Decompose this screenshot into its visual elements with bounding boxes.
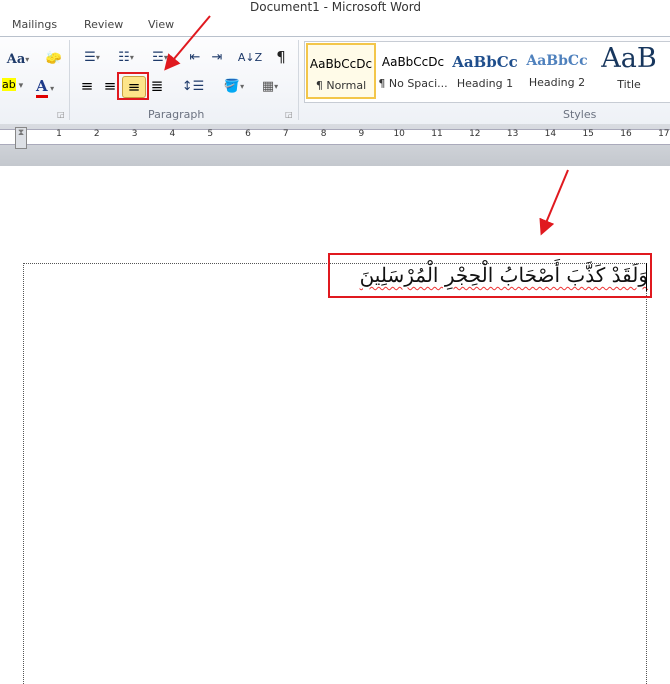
style-label: Heading 1 — [456, 77, 514, 90]
decrease-indent-icon[interactable]: ⇤ — [186, 48, 204, 66]
ruler-number: 12 — [469, 129, 481, 139]
style-label: ¶ Normal — [315, 79, 367, 92]
style-heading-1[interactable]: AaBbCc Heading 1 — [450, 43, 520, 99]
align-left-icon[interactable]: ≡ — [78, 77, 96, 95]
ruler-number: 2 — [93, 129, 100, 139]
style-preview: AaB — [601, 43, 657, 74]
styles-group-label: Styles — [563, 108, 597, 121]
document-text[interactable]: وَلَقَدْ كَذَّبَ أَصْحَابُ الْحِجْرِ الْ… — [330, 255, 648, 295]
style-label: Heading 2 — [528, 76, 586, 89]
numbering-icon[interactable]: ☷ ▾ — [112, 48, 140, 66]
ruler-number: 16 — [620, 129, 632, 139]
ruler-number: 3 — [131, 129, 138, 139]
clear-formatting-icon[interactable]: 🧽 — [44, 48, 64, 68]
ruler-number: 5 — [207, 129, 214, 139]
style-label: Title — [617, 78, 641, 91]
bullets-icon[interactable]: ☰ ▾ — [78, 48, 106, 66]
multilevel-list-icon[interactable]: ☲ ▾ — [146, 48, 174, 66]
horizontal-ruler[interactable] — [0, 129, 670, 145]
style-heading-2[interactable]: AaBbCc Heading 2 — [522, 43, 592, 99]
ruler-number: 13 — [506, 129, 519, 139]
tab-review[interactable]: Review — [84, 18, 123, 31]
ruler-number: 4 — [169, 129, 176, 139]
shading-icon[interactable]: 🪣 ▾ — [220, 77, 248, 95]
align-right-button[interactable]: ≡ — [122, 76, 146, 98]
borders-icon[interactable]: ▦ ▾ — [256, 77, 284, 95]
highlight-label: ab — [2, 78, 16, 91]
tab-view[interactable]: View — [148, 18, 174, 31]
style-title[interactable]: AaB Title — [594, 43, 664, 99]
ruler-number: 1 — [56, 129, 62, 139]
ruler-number: 7 — [282, 129, 289, 139]
sort-icon[interactable]: A↓Z — [237, 48, 263, 66]
change-case-label: Aa — [6, 51, 26, 67]
change-case-button[interactable]: Aa ▾ — [4, 50, 32, 68]
style-preview: AaBbCcDc — [381, 55, 445, 69]
indent-marker[interactable]: ⧗ — [15, 127, 27, 149]
arrow-to-text — [539, 169, 569, 236]
justify-icon[interactable]: ≣ — [148, 77, 166, 95]
ruler-number: 10 — [393, 129, 405, 139]
line-spacing-icon[interactable]: ↕☰ — [180, 77, 206, 95]
ruler-number: 17 — [658, 129, 670, 139]
group-divider — [298, 40, 299, 120]
increase-indent-icon[interactable]: ⇥ — [208, 48, 226, 66]
style-label: ¶ No Spaci... — [378, 77, 448, 90]
paragraph-dialog-launcher[interactable]: ◲ — [285, 110, 293, 119]
ruler-number: 9 — [358, 129, 365, 139]
window-title: Document1 - Microsoft Word — [250, 0, 422, 14]
ruler-number: 15 — [582, 129, 594, 139]
style-preview: AaBbCc — [452, 53, 518, 71]
ruler-number: 6 — [245, 129, 251, 139]
page-boundary — [23, 263, 647, 684]
style-normal[interactable]: AaBbCcDc ¶ Normal — [306, 43, 376, 99]
style-preview: AaBbCcDc — [309, 57, 373, 71]
group-divider — [69, 40, 70, 120]
font-dialog-launcher[interactable]: ◲ — [57, 110, 65, 119]
ruler-number: 11 — [431, 129, 443, 139]
ruler-number: 14 — [544, 129, 557, 139]
font-color-label: A — [36, 77, 48, 98]
style-no-spacing[interactable]: AaBbCcDc ¶ No Spaci... — [378, 43, 448, 99]
tab-mailings[interactable]: Mailings — [12, 18, 57, 31]
highlight-button[interactable]: ab ▾ — [2, 78, 32, 94]
sort-label: A↓Z — [237, 50, 263, 64]
ruler-number: 8 — [320, 129, 327, 139]
show-marks-label: ¶ — [276, 48, 286, 66]
paragraph-group-label: Paragraph — [148, 108, 205, 121]
font-color-button[interactable]: A ▾ — [36, 76, 66, 98]
show-marks-button[interactable]: ¶ — [272, 48, 290, 66]
text-cursor — [646, 263, 647, 291]
style-preview: AaBbCc — [526, 53, 588, 69]
